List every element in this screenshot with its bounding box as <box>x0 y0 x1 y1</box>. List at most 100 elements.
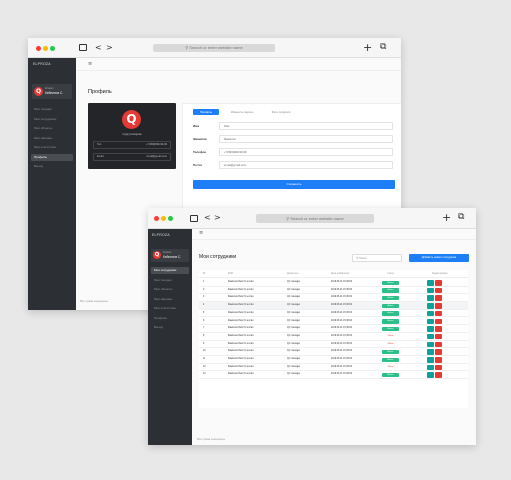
delete-button[interactable] <box>435 326 442 332</box>
new-tab-button[interactable]: + <box>363 42 372 53</box>
id-cell: 5 <box>203 311 205 314</box>
maximize-window-button[interactable] <box>50 46 55 51</box>
id-cell: 7 <box>203 327 205 330</box>
delete-button[interactable] <box>435 287 442 294</box>
add-employee-button[interactable]: Добавить нового сотрудника <box>409 254 469 262</box>
delete-button[interactable] <box>435 349 442 355</box>
address-bar[interactable]: ⚲ Search or enter website name <box>256 214 374 223</box>
back-button[interactable]: < <box>95 44 102 52</box>
delete-button[interactable] <box>435 333 442 340</box>
id-cell: 2 <box>203 288 205 291</box>
delete-button[interactable] <box>435 372 442 378</box>
maximize-window-button[interactable] <box>168 216 173 221</box>
edit-button[interactable] <box>427 310 434 317</box>
table-row[interactable]: 7 Фамилия Имя Отчество QC manager 2019.06.2… <box>199 325 468 333</box>
edit-button[interactable] <box>427 372 434 378</box>
sidebar-item[interactable]: Мои машины <box>31 135 73 142</box>
email-input[interactable]: email@gmail.com <box>219 161 393 169</box>
last-name-label: Фамилия <box>193 137 207 141</box>
table-row[interactable]: 1 Фамилия Имя Отчество QC manager 2019.06.2… <box>199 279 468 287</box>
first-name-label: Имя <box>193 124 200 128</box>
edit-button[interactable] <box>427 303 434 309</box>
table-row[interactable]: 13 Фамилия Имя Отчество QC manager 2019.06.… <box>199 371 468 380</box>
forward-button[interactable]: > <box>214 214 221 222</box>
save-button[interactable]: Сохранить <box>193 180 395 189</box>
status-badge: Active <box>382 319 399 324</box>
table-row[interactable]: 6 Фамилия Имя Отчество QC manager 2019.06.2… <box>199 318 468 326</box>
search-input[interactable]: ⚲ Поиск <box>352 254 402 262</box>
delete-button[interactable] <box>435 303 442 309</box>
tab-profile[interactable]: Профиль <box>193 109 219 115</box>
tab-overview-button[interactable]: ⧉ <box>380 43 386 52</box>
address-bar[interactable]: ⚲ Search or enter website name <box>153 44 275 52</box>
name-cell: Фамилия Имя Отчество <box>228 281 254 283</box>
sidebar-item[interactable]: Моя статистика <box>31 144 73 151</box>
table-row[interactable]: 8 Фамилия Имя Отчество QC manager 2019.06.2… <box>199 333 468 341</box>
header-divider <box>192 239 476 240</box>
edit-button[interactable] <box>427 295 434 301</box>
table-row[interactable]: 5 Фамилия Имя Отчество QC manager 2019.06.2… <box>199 310 468 318</box>
menu-icon[interactable]: ≡ <box>199 230 203 236</box>
sidebar-item[interactable]: Профиль <box>151 315 189 322</box>
edit-button[interactable] <box>427 341 434 348</box>
tab-change-password[interactable]: Изменить пароль <box>223 109 261 115</box>
sidebar-item[interactable]: Выход <box>31 163 73 170</box>
minimize-window-button[interactable] <box>43 46 48 51</box>
table-row[interactable]: 11 Фамилия Имя Отчество QC manager 2019.06.… <box>199 356 468 364</box>
employees-browser-window: < > ⚲ Search or enter website name + ⧉ E… <box>148 208 476 445</box>
position-cell: QC manager <box>287 281 301 283</box>
sidebar-item[interactable]: Мои сотрудники <box>31 116 73 123</box>
table-row[interactable]: 4 Фамилия Имя Отчество QC manager 2019.06.2… <box>199 302 468 310</box>
edit-button[interactable] <box>427 349 434 355</box>
user-card[interactable]: Q Клиент Кейпинов С. <box>32 84 72 99</box>
sidebar-item[interactable]: Мои поездки <box>31 106 73 113</box>
tab-overview-button[interactable]: ⧉ <box>458 213 464 222</box>
sidebar-item[interactable]: Моя статистика <box>151 305 189 312</box>
delete-button[interactable] <box>435 341 442 348</box>
sidebar-item[interactable]: Мои поездки <box>151 277 189 284</box>
table-row[interactable]: 10 Фамилия Имя Отчество QC manager 2019.06.… <box>199 348 468 356</box>
delete-button[interactable] <box>435 295 442 301</box>
column-header-status: Статус <box>387 273 395 275</box>
new-tab-button[interactable]: + <box>442 212 451 223</box>
sidebar-item[interactable]: Мои машины <box>151 296 189 303</box>
last-name-input[interactable]: Фамилия <box>219 135 393 143</box>
sidebar-item[interactable]: Мои сотрудники <box>151 267 189 274</box>
edit-button[interactable] <box>427 287 434 294</box>
first-name-input[interactable]: Имя <box>219 122 393 130</box>
menu-icon[interactable]: ≡ <box>88 61 92 67</box>
sidebar-toggle-icon[interactable] <box>79 44 87 51</box>
sidebar-item[interactable]: Мои объекты <box>31 125 73 132</box>
phone-input[interactable]: +7(999)999-99-99 <box>219 148 393 156</box>
column-header-name: ФИО <box>228 273 234 275</box>
date-cell: 2019.06.21 15:30:00 <box>331 373 353 376</box>
sidebar-item[interactable]: Профиль <box>31 153 73 161</box>
forward-button[interactable]: > <box>106 44 113 52</box>
delete-button[interactable] <box>435 280 442 286</box>
edit-button[interactable] <box>427 364 434 371</box>
close-window-button[interactable] <box>154 216 159 221</box>
delete-button[interactable] <box>435 318 442 324</box>
sidebar-item[interactable]: Выход <box>151 324 189 331</box>
close-window-button[interactable] <box>36 46 41 51</box>
edit-button[interactable] <box>427 357 434 363</box>
column-header-date: Дата добавления <box>331 273 350 275</box>
edit-button[interactable] <box>427 326 434 332</box>
sidebar-toggle-icon[interactable] <box>190 215 198 222</box>
minimize-window-button[interactable] <box>161 216 166 221</box>
user-card[interactable]: Q Клиент Кейпинов С. <box>151 249 189 262</box>
tab-profile-photo[interactable]: Фото профиля <box>265 109 297 115</box>
delete-button[interactable] <box>435 364 442 371</box>
table-row[interactable]: 12 Фамилия Имя Отчество QC manager 2019.06.… <box>199 364 468 372</box>
back-button[interactable]: < <box>204 214 211 222</box>
edit-button[interactable] <box>427 280 434 286</box>
edit-button[interactable] <box>427 333 434 340</box>
delete-button[interactable] <box>435 357 442 363</box>
sidebar-item[interactable]: Мои объекты <box>151 286 189 293</box>
delete-button[interactable] <box>435 310 442 317</box>
table-row[interactable]: 9 Фамилия Имя Отчество QC manager 2019.06.2… <box>199 341 468 349</box>
column-header-id: ID <box>203 273 206 275</box>
edit-button[interactable] <box>427 318 434 324</box>
table-row[interactable]: 2 Фамилия Имя Отчество QC manager 2019.06.2… <box>199 287 468 295</box>
table-row[interactable]: 3 Фамилия Имя Отчество QC manager 2019.06.2… <box>199 294 468 303</box>
